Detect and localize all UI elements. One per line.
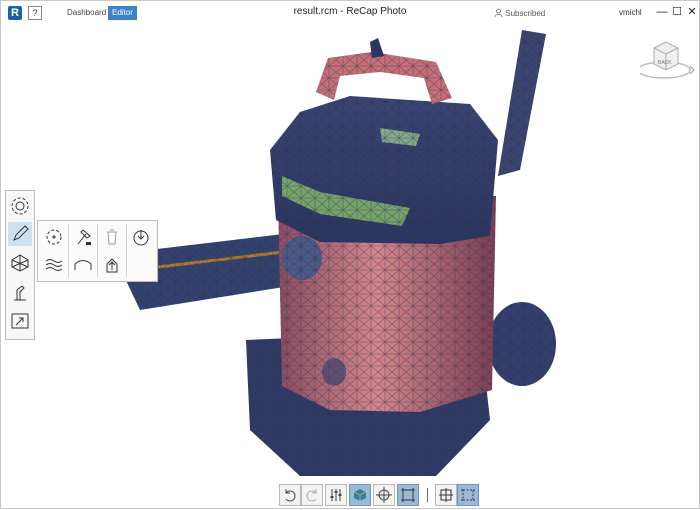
pencil-icon xyxy=(13,225,29,241)
subscription-status[interactable]: Subscribed xyxy=(494,8,545,18)
select-box-icon xyxy=(439,488,453,502)
viewcube-face-label: BACK xyxy=(658,60,672,66)
display-settings-button[interactable] xyxy=(325,484,347,506)
redo-icon xyxy=(306,489,317,502)
subscription-label: Subscribed xyxy=(505,9,546,18)
export-tool-button[interactable] xyxy=(8,309,32,333)
download-icon xyxy=(133,230,149,246)
mesh-icon xyxy=(11,254,29,272)
user-name[interactable]: vmichl xyxy=(619,8,642,17)
title-bar: R ? Dashboard Editor result.rcm - ReCap … xyxy=(0,0,700,26)
fill-button[interactable] xyxy=(128,224,154,250)
settings-sliders-icon xyxy=(330,489,342,501)
viewcube-icon: BACK xyxy=(637,41,695,79)
toolbar-divider xyxy=(427,488,428,502)
select-crossing-icon xyxy=(461,489,475,501)
window-title: result.rcm - ReCap Photo xyxy=(293,6,407,17)
bottom-toolbar xyxy=(279,482,479,506)
orbit-icon xyxy=(376,487,392,503)
export-icon xyxy=(11,313,29,329)
heal-mesh-button[interactable] xyxy=(41,224,67,250)
smooth-button[interactable] xyxy=(41,252,67,278)
redo-button[interactable] xyxy=(301,484,323,506)
frame-button[interactable] xyxy=(397,484,419,506)
smooth-icon xyxy=(45,259,63,271)
left-toolbar xyxy=(5,190,35,340)
undo-icon xyxy=(285,489,296,502)
mesh-tool-button[interactable] xyxy=(8,251,32,275)
trash-icon xyxy=(107,229,117,245)
measure-icon xyxy=(14,285,26,301)
undo-button[interactable] xyxy=(279,484,301,506)
hammer-icon xyxy=(77,229,91,245)
select-crossing-button[interactable] xyxy=(457,484,479,506)
bridge-button[interactable] xyxy=(70,252,96,278)
extrude-icon xyxy=(106,258,118,273)
solid-view-button[interactable] xyxy=(349,484,371,506)
bridge-icon xyxy=(74,260,92,270)
delete-button[interactable] xyxy=(99,224,125,250)
gear-icon xyxy=(11,197,29,215)
user-icon xyxy=(494,8,503,18)
close-button[interactable]: ✕ xyxy=(686,6,698,18)
edit-flyout xyxy=(37,220,158,282)
viewcube[interactable]: BACK xyxy=(637,38,696,88)
measure-tool-button[interactable] xyxy=(8,280,32,304)
edit-tool-button[interactable] xyxy=(8,222,32,246)
extrude-button[interactable] xyxy=(99,252,125,278)
heal-gear-icon xyxy=(46,229,62,245)
flyout-divider xyxy=(126,224,127,278)
orbit-button[interactable] xyxy=(373,484,395,506)
maximize-button[interactable]: ☐ xyxy=(671,6,683,18)
frame-icon xyxy=(401,488,415,502)
flyout-divider xyxy=(97,224,98,278)
fix-button[interactable] xyxy=(70,224,96,250)
settings-tool-button[interactable] xyxy=(8,194,32,218)
select-box-button[interactable] xyxy=(435,484,457,506)
solid-view-icon xyxy=(353,489,367,501)
flyout-divider xyxy=(68,224,69,278)
minimize-button[interactable]: — xyxy=(656,6,668,18)
